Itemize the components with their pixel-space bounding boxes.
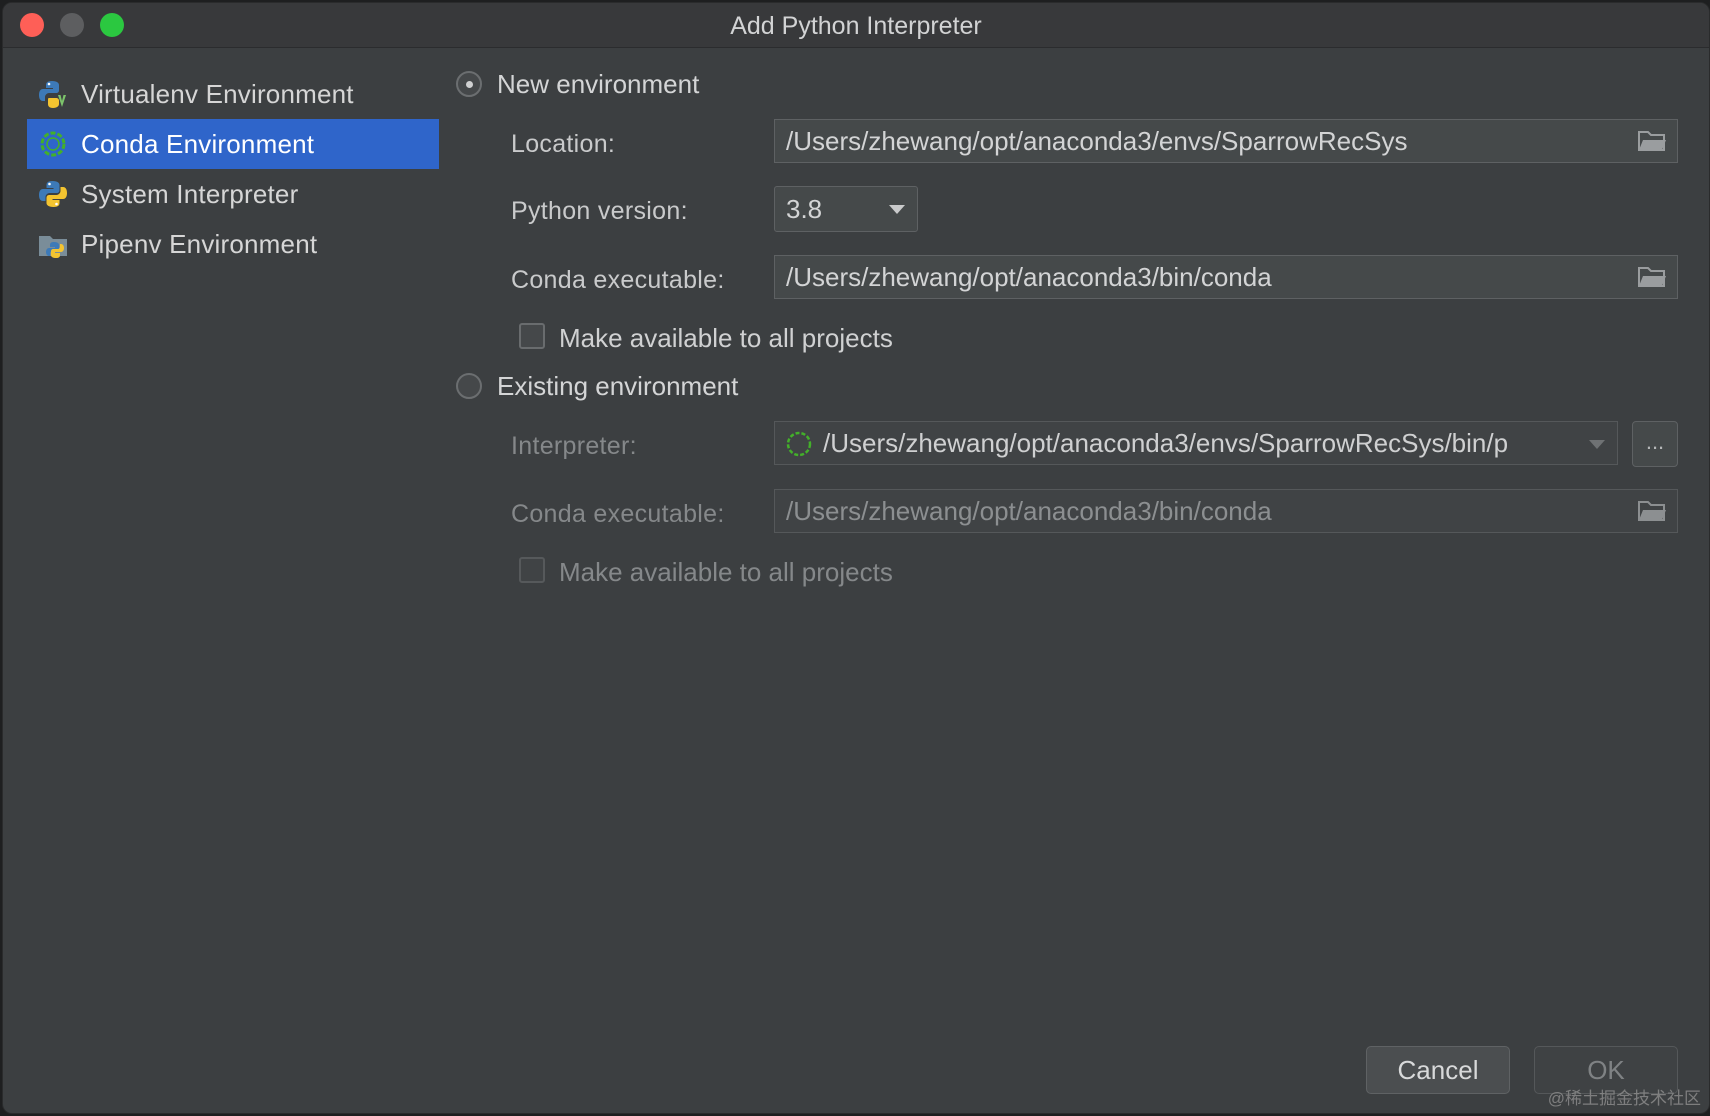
chevron-down-icon bbox=[889, 205, 905, 214]
browse-interpreter-button[interactable]: ... bbox=[1632, 421, 1678, 467]
sidebar-item-label: System Interpreter bbox=[81, 178, 299, 209]
python-version-label: Python version: bbox=[511, 197, 688, 225]
interpreter-label: Interpreter: bbox=[511, 432, 637, 460]
sidebar-item-virtualenv[interactable]: Virtualenv Environment bbox=[27, 69, 439, 119]
conda-executable-value: /Users/zhewang/opt/anaconda3/bin/conda bbox=[786, 262, 1272, 292]
sidebar-item-label: Pipenv Environment bbox=[81, 228, 318, 259]
sidebar-item-label: Virtualenv Environment bbox=[81, 78, 354, 109]
chevron-down-icon bbox=[1589, 440, 1605, 449]
existing-environment-label: Existing environment bbox=[497, 371, 739, 401]
dialog-window: Add Python Interpreter Virtualenv Enviro… bbox=[2, 2, 1710, 1114]
conda-icon bbox=[40, 131, 66, 157]
conda-executable-label: Conda executable: bbox=[511, 266, 725, 294]
location-value: /Users/zhewang/opt/anaconda3/envs/Sparro… bbox=[786, 126, 1408, 156]
conda-icon bbox=[786, 431, 812, 457]
python-icon bbox=[39, 181, 67, 207]
make-available-checkbox[interactable] bbox=[519, 323, 545, 349]
sidebar-item-system-interpreter[interactable]: System Interpreter bbox=[27, 169, 439, 219]
python-version-dropdown[interactable]: 3.8 bbox=[774, 186, 918, 232]
sidebar-item-conda[interactable]: Conda Environment bbox=[27, 119, 439, 169]
existing-conda-executable-value: /Users/zhewang/opt/anaconda3/bin/conda bbox=[786, 496, 1272, 526]
make-available-label: Make available to all projects bbox=[559, 323, 893, 353]
sidebar-item-pipenv[interactable]: Pipenv Environment bbox=[27, 219, 439, 269]
watermark: @稀土掘金技术社区 bbox=[1547, 1089, 1701, 1108]
title-bar: Add Python Interpreter bbox=[3, 3, 1709, 48]
existing-make-available-checkbox[interactable] bbox=[519, 557, 545, 583]
location-field[interactable]: /Users/zhewang/opt/anaconda3/envs/Sparro… bbox=[774, 119, 1678, 163]
folder-icon[interactable] bbox=[1637, 129, 1667, 153]
interpreter-dropdown[interactable]: /Users/zhewang/opt/anaconda3/envs/Sparro… bbox=[774, 421, 1618, 465]
folder-icon[interactable] bbox=[1637, 265, 1667, 289]
environment-type-list: Virtualenv Environment Conda Environment… bbox=[27, 69, 439, 269]
existing-conda-executable-field[interactable]: /Users/zhewang/opt/anaconda3/bin/conda bbox=[774, 489, 1678, 533]
conda-executable-field[interactable]: /Users/zhewang/opt/anaconda3/bin/conda bbox=[774, 255, 1678, 299]
window-title: Add Python Interpreter bbox=[730, 12, 982, 40]
existing-conda-executable-label: Conda executable: bbox=[511, 500, 725, 528]
python-virtualenv-icon bbox=[39, 81, 66, 108]
sidebar-item-label: Conda Environment bbox=[81, 128, 315, 159]
existing-make-available-label: Make available to all projects bbox=[559, 557, 893, 587]
location-label: Location: bbox=[511, 130, 616, 158]
new-environment-label: New environment bbox=[497, 69, 700, 99]
interpreter-value: /Users/zhewang/opt/anaconda3/envs/Sparro… bbox=[823, 428, 1509, 458]
existing-environment-radio[interactable] bbox=[456, 373, 482, 399]
python-version-value: 3.8 bbox=[786, 194, 823, 224]
folder-icon[interactable] bbox=[1637, 499, 1667, 523]
cancel-button[interactable]: Cancel bbox=[1366, 1046, 1510, 1094]
new-environment-radio[interactable] bbox=[456, 71, 482, 97]
pipenv-icon bbox=[39, 236, 67, 258]
